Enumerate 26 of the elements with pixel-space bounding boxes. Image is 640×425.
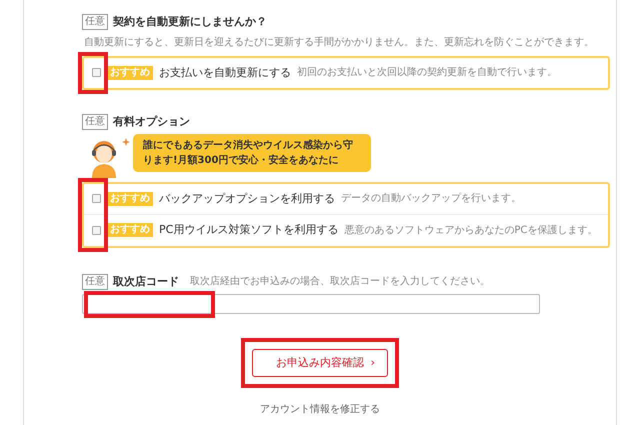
edit-account-link[interactable]: アカウント情報を修正する [260, 402, 380, 417]
section-title: 取次店コード [113, 274, 179, 290]
option-label[interactable]: PC用ウイルス対策ソフトを利用する [159, 222, 338, 238]
checkbox[interactable] [92, 68, 101, 78]
section-title: 有料オプション [113, 114, 190, 130]
checkbox[interactable] [92, 226, 101, 235]
optional-tag: 任意 [82, 14, 108, 30]
optional-tag: 任意 [82, 114, 108, 130]
option-label[interactable]: お支払いを自動更新にする [159, 64, 291, 81]
sparkle-icon [122, 138, 130, 146]
recommended-badge: おすすめ [107, 192, 153, 206]
chevron-icon: › [370, 355, 375, 372]
recommended-badge: おすすめ [107, 66, 153, 80]
option-note: 悪意のあるソフトウェアからあなたのPCを保護します。 [344, 224, 598, 238]
option-label[interactable]: バックアップオプションを利用する [159, 190, 335, 207]
field-hint: 取次店経由でお申込みの場合、取次店コードを入力してください。 [190, 274, 490, 290]
checkbox[interactable] [92, 194, 101, 204]
confirm-button[interactable]: お申込み内容確認 › [252, 349, 388, 377]
section-description: 自動更新にすると、更新日を迎えるたびに更新する手間がかかりません。また、更新忘れを防ぐことができます。 [84, 36, 595, 50]
optional-tag: 任意 [82, 274, 108, 290]
speech-bubble: 誰にでもあるデータ消失やウイルス感染から守ります!月額300円で安心・安全をあなたに [133, 134, 371, 172]
section-title: 契約を自動更新にしませんか？ [113, 14, 267, 30]
input-field[interactable] [82, 294, 540, 314]
option-note: データの自動バックアップを行います。 [341, 192, 521, 206]
recommended-badge: おすすめ [107, 223, 153, 238]
option-note: 初回のお支払いと次回以降の契約更新を自動で行います。 [297, 66, 557, 80]
